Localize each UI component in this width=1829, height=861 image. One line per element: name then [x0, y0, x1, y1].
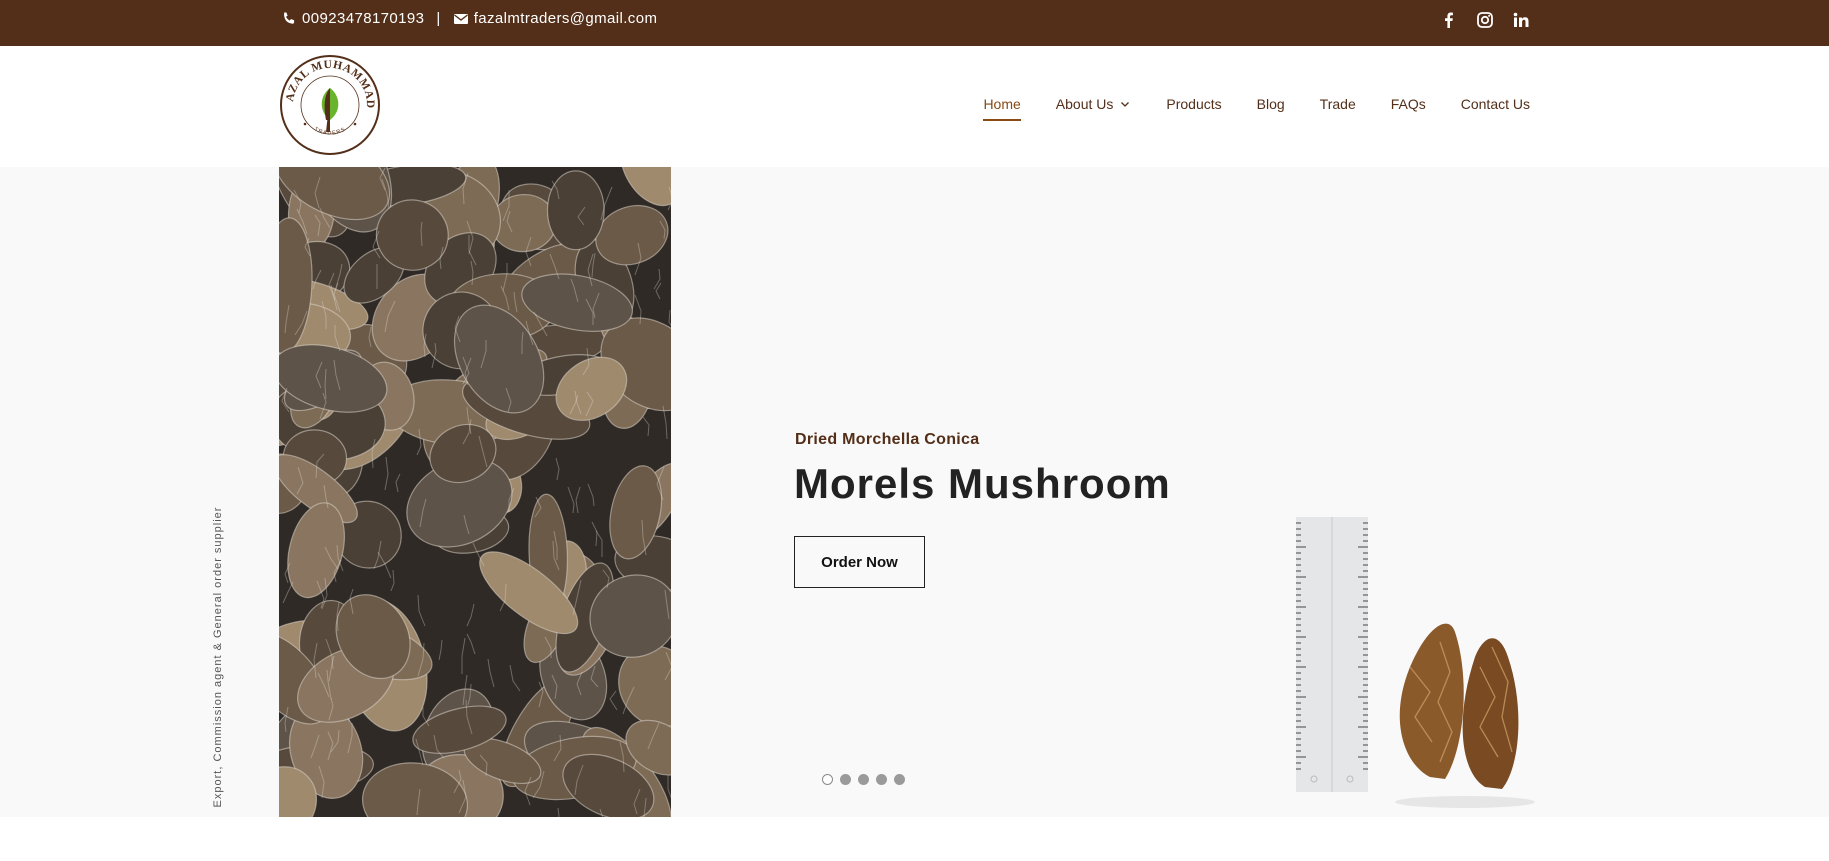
nav-label: Blog — [1256, 96, 1285, 112]
nav-item-faqs[interactable]: FAQs — [1391, 96, 1426, 112]
nav-item-blog[interactable]: Blog — [1257, 96, 1285, 112]
order-now-button[interactable]: Order Now — [794, 536, 925, 588]
hero-slider: Export, Commission agent & General order… — [0, 167, 1829, 817]
hero-title: Morels Mushroom — [794, 460, 1171, 507]
instagram-icon[interactable] — [1476, 11, 1494, 29]
slider-dot[interactable] — [894, 774, 905, 785]
nav-item-contact-us[interactable]: Contact Us — [1461, 96, 1530, 112]
facebook-icon[interactable] — [1440, 11, 1458, 29]
social-links — [1440, 11, 1530, 29]
nav-label: Products — [1166, 96, 1222, 112]
slider-dots — [822, 774, 905, 785]
contact-separator: | — [436, 10, 441, 27]
morels-photo — [279, 167, 671, 817]
top-bar: 00923478170193 | fazalmtraders@gmail.com — [0, 0, 1829, 46]
chevron-down-icon — [1119, 98, 1131, 110]
nav-label: FAQs — [1390, 96, 1426, 112]
nav-label: About Us — [1055, 96, 1114, 112]
nav-item-products[interactable]: Products — [1166, 96, 1221, 112]
site-header: FAZAL MUHAMMAD TRADERS Home About Us P — [0, 45, 1829, 167]
contact-info: 00923478170193 | fazalmtraders@gmail.com — [281, 10, 657, 27]
site-logo[interactable]: FAZAL MUHAMMAD TRADERS — [276, 45, 381, 156]
nav-label: Trade — [1319, 96, 1356, 112]
hero-subtitle: Dried Morchella Conica — [795, 431, 980, 448]
email-address[interactable]: fazalmtraders@gmail.com — [474, 10, 658, 27]
linkedin-icon[interactable] — [1512, 11, 1530, 29]
slider-dot[interactable] — [876, 774, 887, 785]
page-bottom — [0, 817, 1829, 861]
nav-item-about-us[interactable]: About Us — [1056, 96, 1132, 112]
envelope-icon — [453, 11, 469, 27]
slider-dot[interactable] — [858, 774, 869, 785]
slider-dot[interactable] — [822, 774, 833, 785]
main-nav: Home About Us Products Blog Trade FAQs C… — [983, 96, 1530, 121]
slider-dot[interactable] — [840, 774, 851, 785]
phone-number[interactable]: 00923478170193 — [302, 10, 424, 27]
nav-item-trade[interactable]: Trade — [1320, 96, 1356, 112]
phone-icon — [281, 11, 297, 27]
nav-item-home[interactable]: Home — [983, 96, 1022, 121]
dried-morel-pair — [1395, 623, 1535, 808]
nav-label: Contact Us — [1460, 96, 1530, 112]
ruler-image — [1296, 517, 1368, 792]
nav-label: Home — [983, 96, 1021, 112]
tagline-vertical: Export, Commission agent & General order… — [212, 506, 224, 808]
morels-product-image — [1280, 517, 1580, 817]
